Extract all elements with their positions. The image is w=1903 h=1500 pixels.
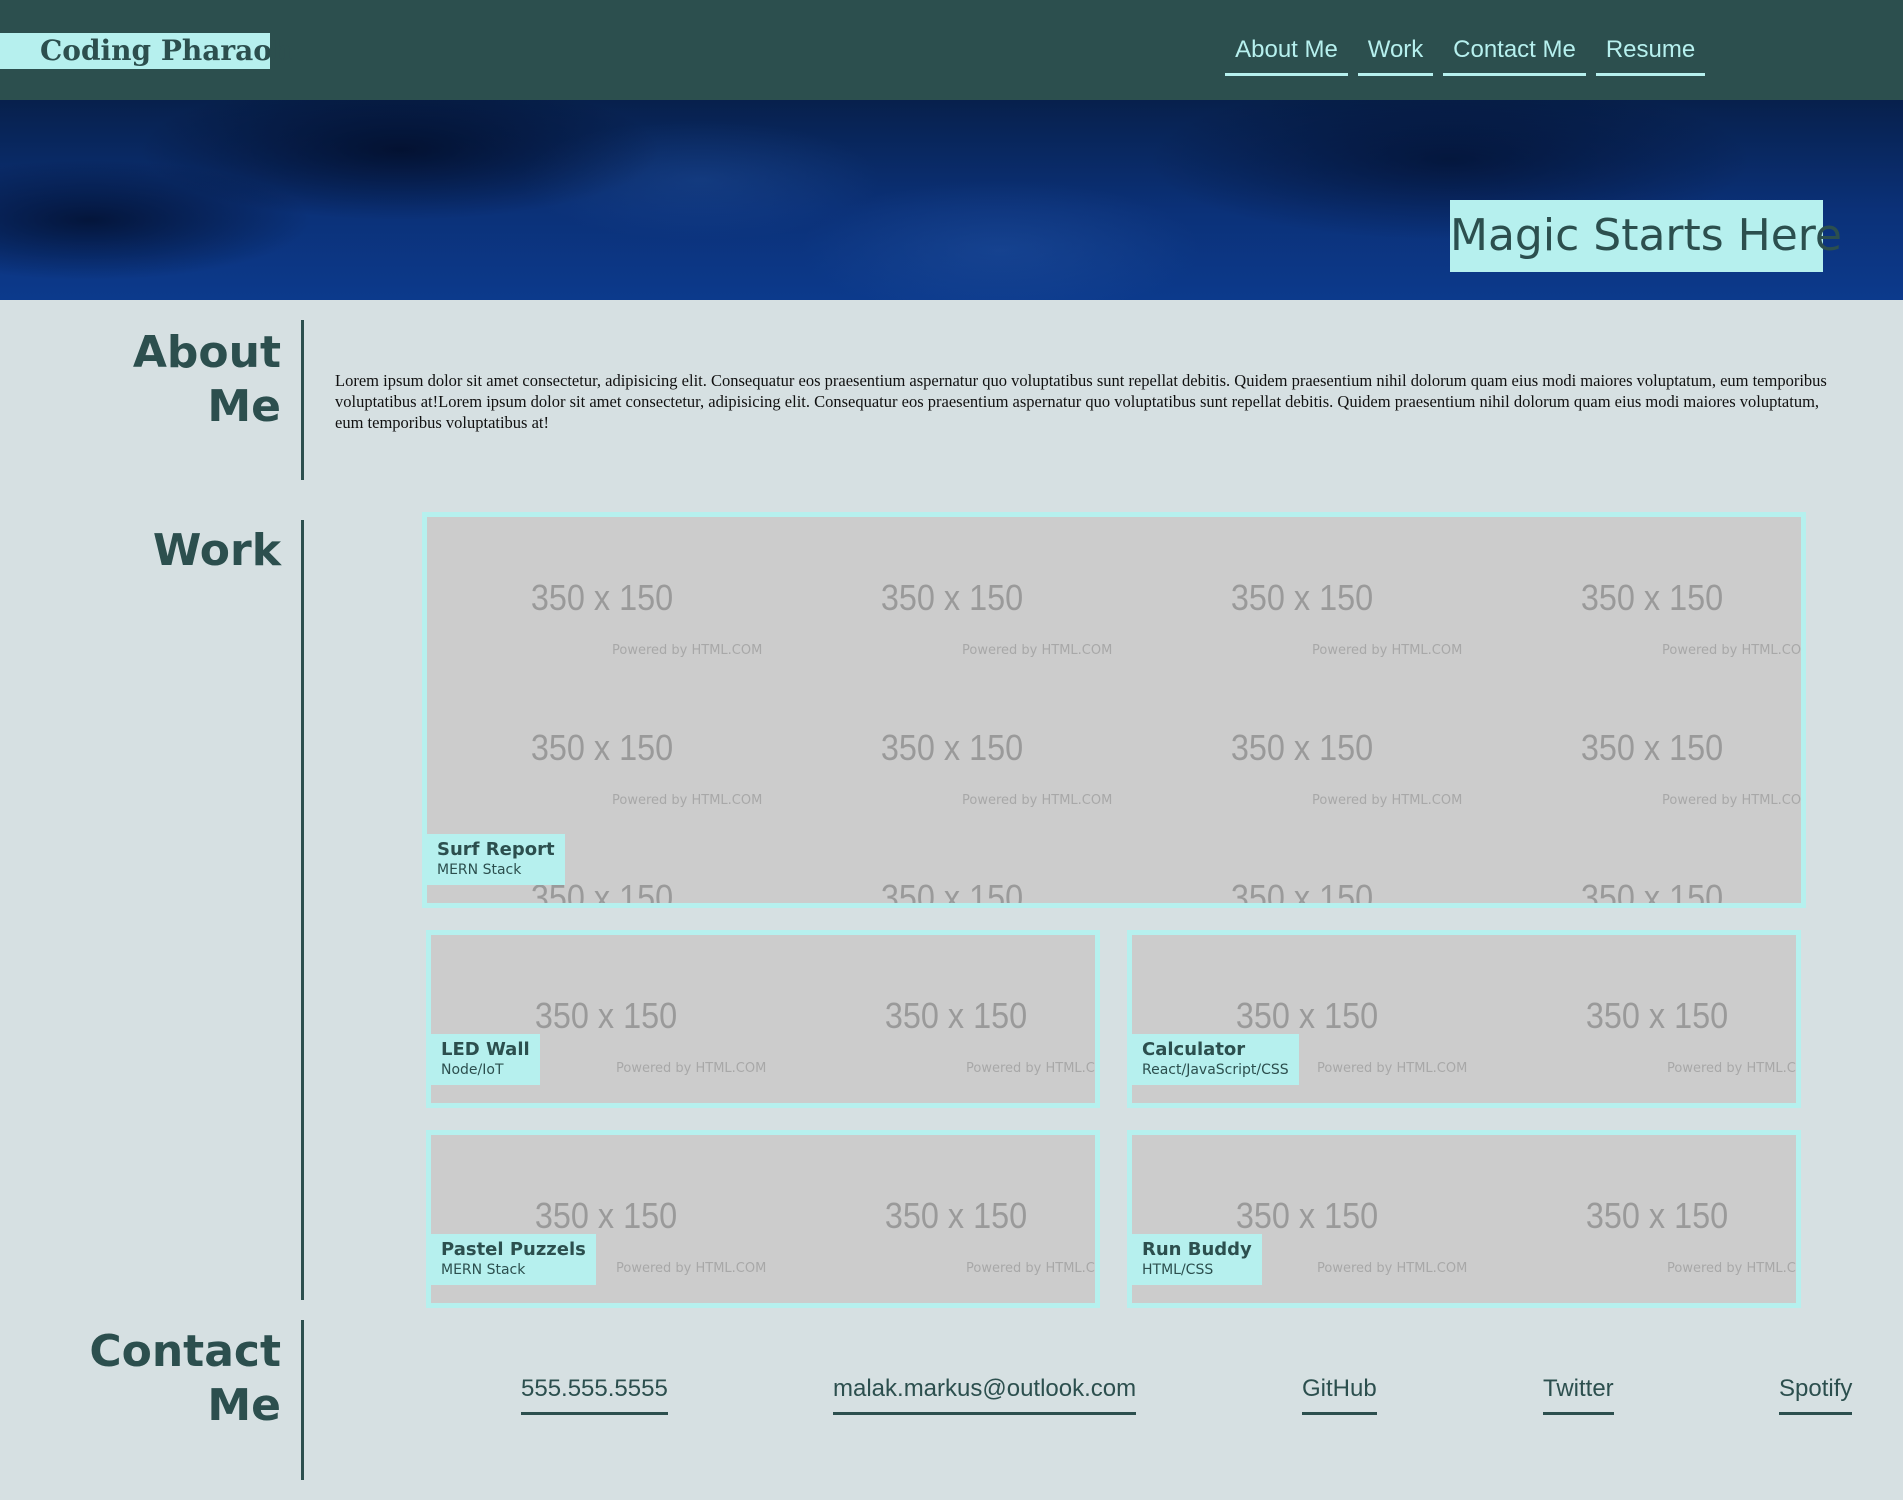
about-heading-text: About Me <box>132 327 281 432</box>
placeholder-size-text: 350 x 150 <box>534 1195 678 1236</box>
nav-resume[interactable]: Resume <box>1596 34 1705 76</box>
contact-phone-link[interactable]: 555.555.5555 <box>521 1373 668 1415</box>
placeholder-powered-text: Powered by HTML.COM <box>966 1261 1095 1276</box>
placeholder-image: 350 x 150Powered by HTML.COM <box>1477 817 1801 908</box>
project-label: Run Buddy HTML/CSS <box>1132 1234 1262 1285</box>
project-title: Run Buddy <box>1142 1239 1252 1260</box>
placeholder-image: 350 x 150 Powered by HTML.COM <box>777 517 1127 667</box>
placeholder-size-text: 350 x 150 <box>880 577 1024 618</box>
placeholder-powered-text: Powered by HTML.COM <box>612 643 763 658</box>
placeholder-powered-text: Powered by HTML.COM <box>962 793 1113 808</box>
placeholder-size-text: 350 x 150 <box>1235 1195 1379 1236</box>
placeholder-image: 350 x 150 Powered by HTML.COM <box>781 1135 1095 1285</box>
nav-work[interactable]: Work <box>1358 34 1433 76</box>
placeholder-size-text: 350 x 150 <box>880 727 1024 768</box>
placeholder-powered-text: Powered by HTML.COM <box>1312 643 1463 658</box>
contact-heading: Contact Me <box>61 1325 281 1433</box>
placeholder-size-text: 350 x 150 <box>1585 995 1729 1036</box>
placeholder-size-text: 350 x 150 <box>880 877 1024 908</box>
placeholder-size-text: 350 x 150 <box>1230 877 1374 908</box>
placeholder-size-text: 350 x 150 <box>1580 877 1724 908</box>
contact-github-link[interactable]: GitHub <box>1302 1373 1377 1415</box>
placeholder-size-text: 350 x 150 <box>1580 727 1724 768</box>
placeholder-size-text: 350 x 150 <box>530 727 674 768</box>
placeholder-image: 350 x 150 Powered by HTML.COM <box>427 517 777 667</box>
placeholder-powered-text: Powered by HTML.COM <box>612 793 763 808</box>
project-label: Surf Report MERN Stack <box>427 834 565 885</box>
placeholder-image: 350 x 150 Powered by HTML.COM <box>1482 1135 1796 1285</box>
placeholder-size-text: 350 x 150 <box>884 995 1028 1036</box>
placeholder-powered-text: Powered by HTML.COM <box>1662 793 1806 808</box>
placeholder-size-text: 350 x 150 <box>534 995 678 1036</box>
placeholder-powered-text: Powered by HTML.COM <box>966 1061 1095 1076</box>
project-label: Pastel Puzzels MERN Stack <box>431 1234 596 1285</box>
placeholder-powered-text: Powered by HTML.COM <box>616 1261 767 1276</box>
placeholder-image: 350 x 150 Powered by HTML.COM <box>1477 667 1806 817</box>
contact-twitter-link[interactable]: Twitter <box>1543 1373 1614 1415</box>
work-divider <box>301 520 304 1300</box>
placeholder-image: 350 x 150 Powered by HTML.COM <box>781 935 1095 1085</box>
nav-contact-me[interactable]: Contact Me <box>1443 34 1586 76</box>
project-stack: MERN Stack <box>441 1262 526 1278</box>
project-title: Calculator <box>1142 1039 1246 1060</box>
placeholder-powered-text: Powered by HTML.COM <box>1312 793 1463 808</box>
project-label: LED Wall Node/IoT <box>431 1034 540 1085</box>
placeholder-image: 350 x 150 Powered by HTML.COM <box>1127 667 1477 817</box>
project-card-led-wall[interactable]: 350 x 150 Powered by HTML.COM 350 x 150 Pow… <box>426 930 1100 1108</box>
placeholder-image: 350 x 150 Powered by HTML.COM <box>777 667 1127 817</box>
project-card-calculator[interactable]: 350 x 150 Powered by HTML.COM 350 x 150 Pow… <box>1127 930 1801 1108</box>
work-heading: Work <box>61 524 281 578</box>
placeholder-powered-text: Powered by HTML.COM <box>962 643 1113 658</box>
about-paragraph: Lorem ipsum dolor sit amet consectetur, … <box>335 371 1827 432</box>
placeholder-size-text: 350 x 150 <box>1585 1195 1729 1236</box>
project-card-surf-report[interactable]: 350 x 150 Powered by HTML.COM 350 x 150 Pow… <box>422 512 1806 908</box>
placeholder-size-text: 350 x 150 <box>1580 577 1724 618</box>
contact-divider <box>301 1320 304 1480</box>
project-title: Pastel Puzzels <box>441 1239 586 1260</box>
placeholder-size-text: 350 x 150 <box>1230 727 1374 768</box>
placeholder-powered-text: Powered by HTML.COM <box>616 1061 767 1076</box>
site-logo[interactable]: Coding Pharaoh <box>0 33 292 69</box>
contact-spotify-link[interactable]: Spotify <box>1779 1373 1853 1415</box>
placeholder-powered-text: Powered by HTML.COM <box>1667 1061 1796 1076</box>
project-card-run-buddy[interactable]: 350 x 150 Powered by HTML.COM 350 x 150 Pow… <box>1127 1130 1801 1308</box>
placeholder-powered-text: Powered by HTML.COM <box>1667 1261 1796 1276</box>
placeholder-image: 350 x 150 Powered by HTML.COM <box>1482 935 1796 1085</box>
contact-email-link[interactable]: malak.markus@outlook.com <box>833 1373 1137 1415</box>
hero-title: Magic Starts Here <box>1450 200 1842 272</box>
about-heading: About Me <box>61 326 281 434</box>
project-title: Surf Report <box>437 839 555 860</box>
work-heading-text: Work <box>152 525 281 576</box>
about-divider <box>301 320 304 480</box>
placeholder-image: 350 x 150 Powered by HTML.COM <box>1477 517 1806 667</box>
project-stack: MERN Stack <box>437 862 522 878</box>
project-stack: Node/IoT <box>441 1062 504 1078</box>
site-header: Coding Pharaoh About Me Work Contact Me … <box>0 0 1903 100</box>
project-stack: React/JavaScript/CSS <box>1142 1062 1289 1078</box>
placeholder-size-text: 350 x 150 <box>1230 577 1374 618</box>
placeholder-powered-text: Powered by HTML.COM <box>1317 1261 1468 1276</box>
placeholder-powered-text: Powered by HTML.COM <box>1662 643 1806 658</box>
placeholder-image: 350 x 150 Powered by HTML.COM <box>1127 517 1477 667</box>
placeholder-size-text: 350 x 150 <box>530 577 674 618</box>
placeholder-image: 350 x 150Powered by HTML.COM <box>1127 817 1477 908</box>
placeholder-size-text: 350 x 150 <box>884 1195 1028 1236</box>
placeholder-powered-text: Powered by HTML.COM <box>1317 1061 1468 1076</box>
placeholder-image: 350 x 150Powered by HTML.COM <box>777 817 1127 908</box>
project-label: Calculator React/JavaScript/CSS <box>1132 1034 1299 1085</box>
contact-heading-text: Contact Me <box>89 1326 281 1431</box>
project-stack: HTML/CSS <box>1142 1262 1214 1278</box>
placeholder-size-text: 350 x 150 <box>1235 995 1379 1036</box>
project-card-pastel-puzzels[interactable]: 350 x 150 Powered by HTML.COM 350 x 150 Pow… <box>426 1130 1100 1308</box>
nav-about-me[interactable]: About Me <box>1225 34 1348 76</box>
placeholder-image: 350 x 150 Powered by HTML.COM <box>427 667 777 817</box>
project-title: LED Wall <box>441 1039 530 1060</box>
